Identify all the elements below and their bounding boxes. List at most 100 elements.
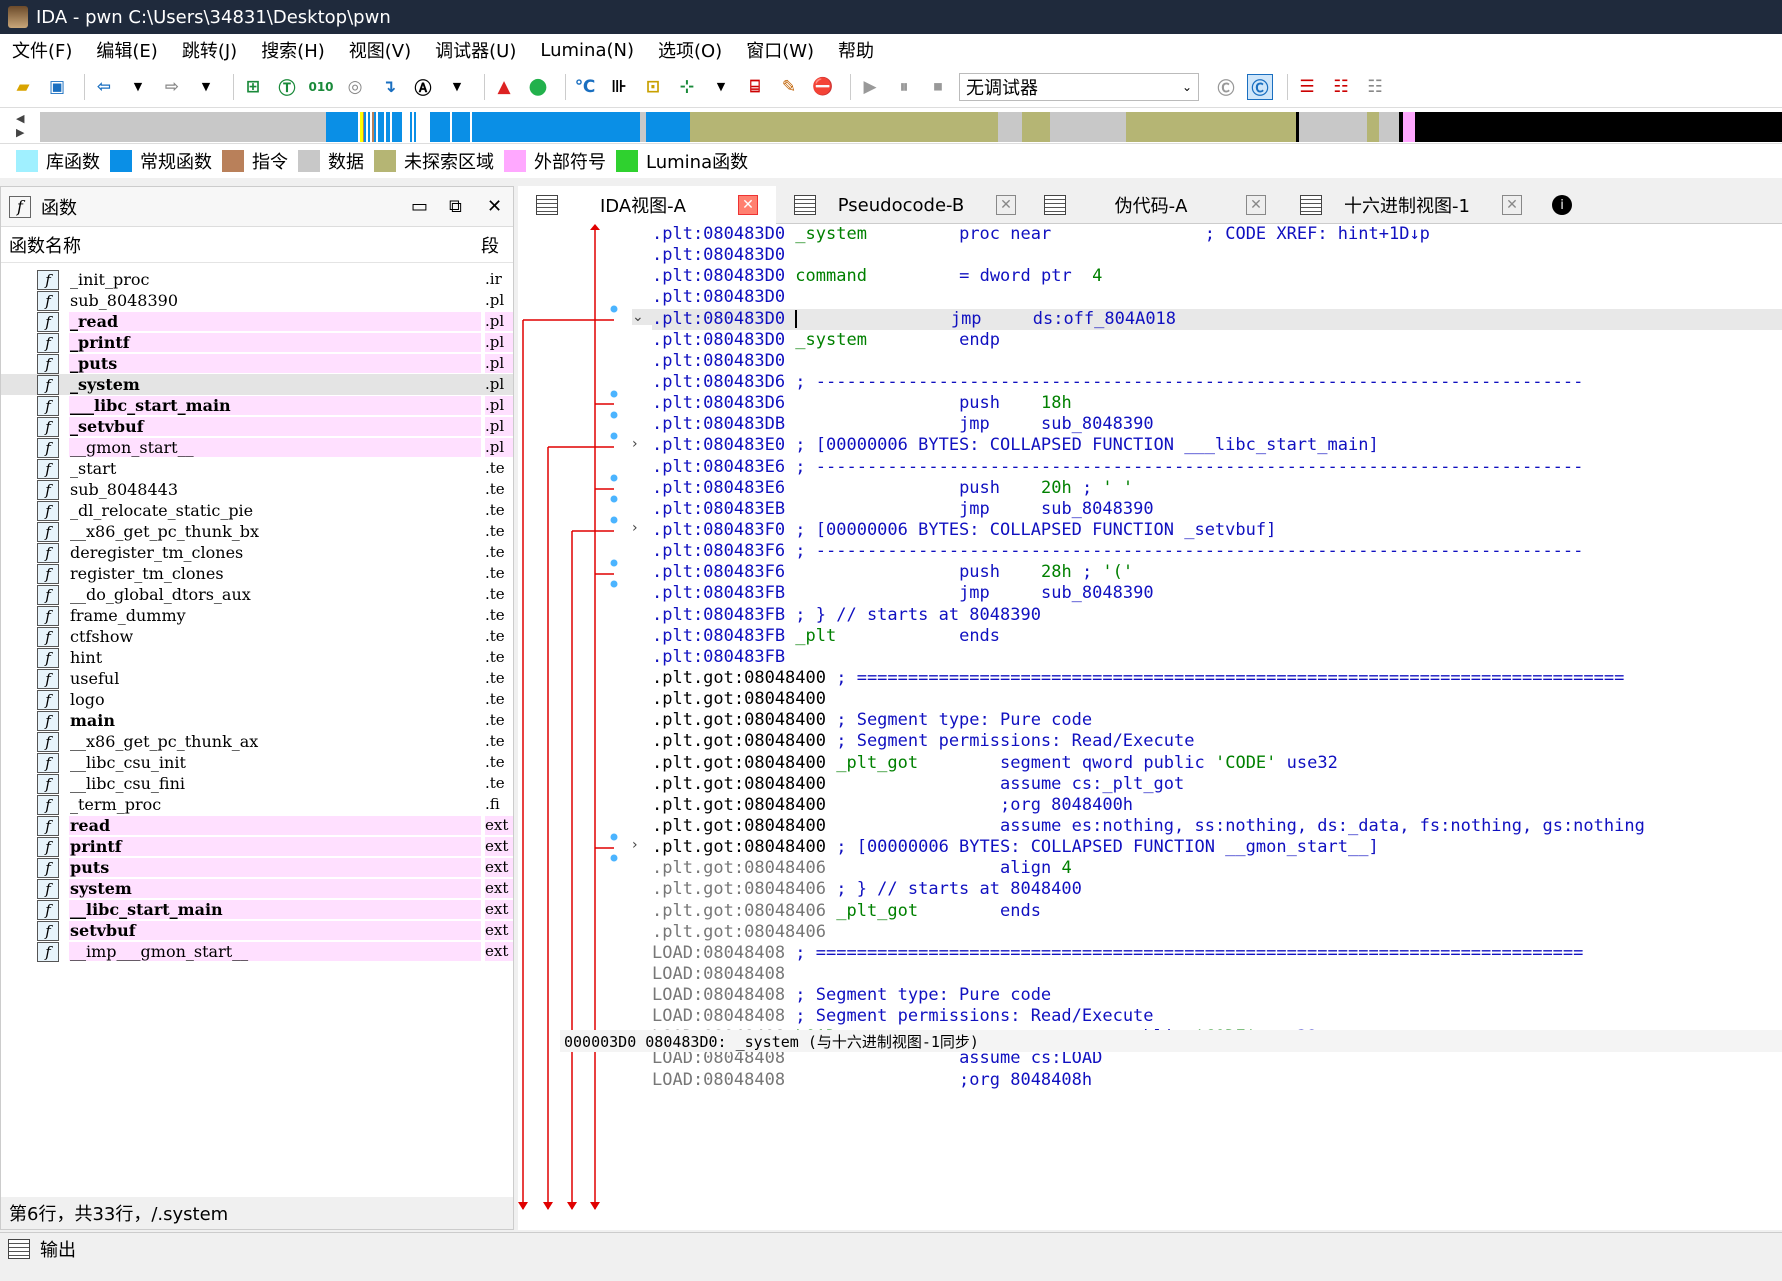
fold-collapsed-icon[interactable]: › bbox=[632, 436, 638, 452]
disasm-line[interactable]: .plt:080483E6 ; ------------------------… bbox=[652, 457, 1782, 478]
function-row[interactable]: f useful .te bbox=[1, 668, 513, 689]
function-row[interactable]: f __imp___gmon_start__ ext bbox=[1, 941, 513, 962]
tab-close-icon[interactable]: ✕ bbox=[738, 195, 758, 215]
function-row[interactable]: f _setvbuf .pl bbox=[1, 416, 513, 437]
disasm-line[interactable]: .plt:080483F0 ; [00000006 BYTES: COLLAPS… bbox=[652, 520, 1782, 541]
function-row[interactable]: f logo .te bbox=[1, 689, 513, 710]
disasm-line[interactable]: .plt.got:08048400 ;org 8048400h bbox=[652, 795, 1782, 816]
disasm-line[interactable]: .plt.got:08048400 ; ====================… bbox=[652, 668, 1782, 689]
binary-icon[interactable]: 010 bbox=[308, 74, 334, 100]
graph-red-icon[interactable]: ▲ bbox=[491, 74, 517, 100]
navigation-strip[interactable] bbox=[40, 112, 1782, 142]
debugger-select[interactable]: 无调试器 ⌄ bbox=[959, 72, 1199, 101]
maximize-icon[interactable]: ▭ bbox=[411, 196, 428, 217]
play-icon[interactable]: ▶ bbox=[857, 74, 883, 100]
nav-segment[interactable] bbox=[326, 112, 360, 142]
function-row[interactable]: f setvbuf ext bbox=[1, 920, 513, 941]
open-folder-icon[interactable]: ▰ bbox=[10, 74, 36, 100]
disasm-line[interactable]: LOAD:08048408 ; Segment permissions: Rea… bbox=[652, 1006, 1782, 1027]
function-row[interactable]: f register_tm_clones .te bbox=[1, 563, 513, 584]
disasm-line[interactable]: .plt:080483FB _plt ends bbox=[652, 626, 1782, 647]
function-row[interactable]: f __libc_csu_init .te bbox=[1, 752, 513, 773]
menu-item[interactable]: 编辑(E) bbox=[84, 37, 169, 63]
disasm-line[interactable]: .plt:080483D0 bbox=[652, 351, 1782, 372]
disasm-line[interactable]: LOAD:08048408 ; ========================… bbox=[652, 943, 1782, 964]
function-row[interactable]: f _term_proc .fi bbox=[1, 794, 513, 815]
disasm-line[interactable]: .plt:080483DB jmp sub_8048390 bbox=[652, 414, 1782, 435]
disasm-line[interactable]: .plt:080483D0 _system proc near ; CODE X… bbox=[652, 224, 1782, 245]
function-row[interactable]: f __libc_csu_fini .te bbox=[1, 773, 513, 794]
disasm-line[interactable]: .plt:080483FB bbox=[652, 647, 1782, 668]
disasm-line[interactable]: .plt:080483FB jmp sub_8048390 bbox=[652, 583, 1782, 604]
function-bracket-icon[interactable]: ⌸ bbox=[742, 74, 768, 100]
tab-1[interactable]: Pseudocode-B ✕ bbox=[776, 186, 1026, 224]
disasm-line[interactable]: LOAD:08048408 bbox=[652, 964, 1782, 985]
nav-segment[interactable] bbox=[1299, 112, 1367, 142]
disasm-line[interactable]: .plt.got:08048400 ; Segment type: Pure c… bbox=[652, 710, 1782, 731]
disasm-line[interactable]: .plt:080483EB jmp sub_8048390 bbox=[652, 499, 1782, 520]
function-row[interactable]: f __libc_start_main ext bbox=[1, 899, 513, 920]
code-icon[interactable]: ℃ bbox=[572, 74, 598, 100]
function-row[interactable]: f deregister_tm_clones .te bbox=[1, 542, 513, 563]
text-t-icon[interactable]: Ⓣ bbox=[274, 74, 300, 100]
pause-icon[interactable]: ⏸ bbox=[891, 74, 917, 100]
function-row[interactable]: f __do_global_dtors_aux .te bbox=[1, 584, 513, 605]
disasm-line[interactable]: .plt.got:08048406 bbox=[652, 922, 1782, 943]
disasm-line[interactable]: .plt.got:08048400 ; Segment permissions:… bbox=[652, 731, 1782, 752]
hex-icon[interactable]: ⊞ bbox=[240, 74, 266, 100]
string-a-icon[interactable]: Ⓐ bbox=[410, 74, 436, 100]
nav-segment[interactable] bbox=[1415, 112, 1782, 142]
edit-pencil-icon[interactable]: ✎ bbox=[776, 74, 802, 100]
nav-segment[interactable] bbox=[472, 112, 640, 142]
tab-3[interactable]: 十六进制视图-1 ✕ bbox=[1282, 186, 1540, 224]
menu-item[interactable]: 帮助 bbox=[826, 37, 886, 63]
nav-segment[interactable] bbox=[690, 112, 998, 142]
function-row[interactable]: f __x86_get_pc_thunk_bx .te bbox=[1, 521, 513, 542]
function-row[interactable]: f read ext bbox=[1, 815, 513, 836]
gray-circle-icon[interactable]: ◎ bbox=[342, 74, 368, 100]
menu-item[interactable]: 跳转(J) bbox=[170, 37, 249, 63]
disasm-line[interactable]: .plt.got:08048400 assume es:nothing, ss:… bbox=[652, 816, 1782, 837]
disasm-line[interactable]: .plt:080483D0 _system endp bbox=[652, 330, 1782, 351]
disasm-line[interactable]: .plt:080483E6 push 20h ; ' ' bbox=[652, 478, 1782, 499]
array-icon[interactable]: ⊹ bbox=[674, 74, 700, 100]
disasm-line[interactable]: LOAD:08048408 ;org 8048408h bbox=[652, 1070, 1782, 1091]
string-dropdown-icon[interactable]: ▼ bbox=[444, 74, 470, 100]
menu-item[interactable]: 窗口(W) bbox=[734, 37, 826, 63]
list-red-icon[interactable]: ☰ bbox=[1294, 74, 1320, 100]
function-row[interactable]: f _printf .pl bbox=[1, 332, 513, 353]
disasm-line[interactable]: .plt.got:08048406 align 4 bbox=[652, 858, 1782, 879]
close-icon[interactable]: ✕ bbox=[487, 196, 502, 217]
disasm-line[interactable]: .plt:080483D0 command = dword ptr 4 bbox=[652, 266, 1782, 287]
function-row[interactable]: f _system .pl bbox=[1, 374, 513, 395]
disasm-line[interactable]: .plt:080483F6 ; ------------------------… bbox=[652, 541, 1782, 562]
menu-item[interactable]: Lumina(N) bbox=[528, 40, 646, 61]
column-header-name[interactable]: 函数名称 bbox=[1, 232, 481, 258]
stop-icon[interactable]: ⏹ bbox=[925, 74, 951, 100]
list-bullet-icon[interactable]: ☷ bbox=[1328, 74, 1354, 100]
disasm-line[interactable]: .plt.got:08048400 assume cs:_plt_got bbox=[652, 774, 1782, 795]
disasm-line[interactable]: .plt:080483D6 push 18h bbox=[652, 393, 1782, 414]
disasm-line[interactable]: .plt:080483D6 ; ------------------------… bbox=[652, 372, 1782, 393]
function-row[interactable]: f frame_dummy .te bbox=[1, 605, 513, 626]
function-row[interactable]: f _read .pl bbox=[1, 311, 513, 332]
nav-segment[interactable] bbox=[1403, 112, 1415, 142]
list-gray-icon[interactable]: ☷ bbox=[1362, 74, 1388, 100]
function-row[interactable]: f hint .te bbox=[1, 647, 513, 668]
tab-close-icon[interactable]: ✕ bbox=[996, 195, 1016, 215]
function-row[interactable]: f ctfshow .te bbox=[1, 626, 513, 647]
nav-segment[interactable] bbox=[1126, 112, 1296, 142]
nav-segment[interactable] bbox=[1050, 112, 1126, 142]
function-row[interactable]: f _puts .pl bbox=[1, 353, 513, 374]
menu-item[interactable]: 视图(V) bbox=[337, 37, 423, 63]
function-row[interactable]: f ___libc_start_main .pl bbox=[1, 395, 513, 416]
float-icon[interactable]: ⧉ bbox=[449, 196, 462, 217]
menu-item[interactable]: 调试器(U) bbox=[423, 37, 528, 63]
function-row[interactable]: f _start .te bbox=[1, 458, 513, 479]
selected-c-icon[interactable]: Ⓒ bbox=[1247, 73, 1273, 100]
menu-item[interactable]: 选项(O) bbox=[646, 37, 734, 63]
fold-collapsed-icon[interactable]: › bbox=[632, 837, 638, 853]
disasm-line[interactable]: .plt.got:08048400 _plt_got segment qword… bbox=[652, 753, 1782, 774]
back-arrow-icon[interactable]: ⇦ bbox=[91, 74, 117, 100]
nav-segment[interactable] bbox=[452, 112, 472, 142]
